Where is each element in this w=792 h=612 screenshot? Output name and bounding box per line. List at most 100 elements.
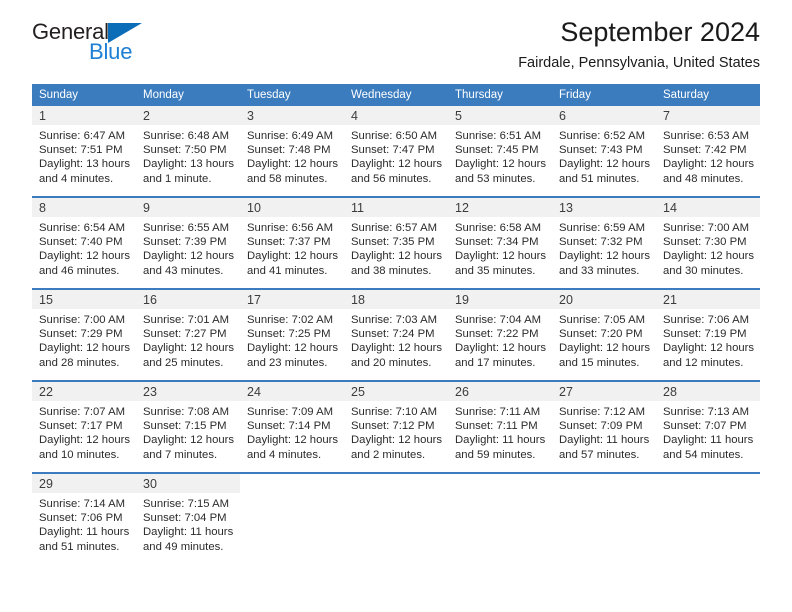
- day-number: 21: [663, 293, 677, 307]
- calendar-day-cell[interactable]: 17 Sunrise: 7:02 AM Sunset: 7:25 PM Dayligh…: [240, 288, 344, 381]
- day-details: Sunrise: 7:03 AM Sunset: 7:24 PM Daylight:…: [344, 309, 448, 370]
- sunrise-text: Sunrise: 7:14 AM: [39, 498, 126, 510]
- day-number: 7: [663, 109, 670, 123]
- sunrise-text: Sunrise: 6:55 AM: [143, 222, 230, 234]
- sunset-text: Sunset: 7:11 PM: [455, 420, 538, 433]
- calendar-day-cell[interactable]: 3 Sunrise: 6:49 AM Sunset: 7:48 PM Daylight…: [240, 106, 344, 197]
- sunset-text: Sunset: 7:32 PM: [559, 236, 643, 249]
- day-cell-content: 29 Sunrise: 7:14 AM Sunset: 7:06 PM Dayligh…: [32, 474, 136, 564]
- daylight-text-line1: Daylight: 11 hours: [143, 526, 234, 539]
- daylight-text-line1: Daylight: 12 hours: [663, 250, 755, 263]
- day-details: Sunrise: 6:52 AM Sunset: 7:43 PM Daylight:…: [552, 125, 656, 186]
- day-number-band: [240, 474, 344, 493]
- day-cell-content: 25 Sunrise: 7:10 AM Sunset: 7:12 PM Dayligh…: [344, 382, 448, 472]
- sunrise-text: Sunrise: 7:09 AM: [247, 406, 334, 418]
- daylight-text-line2: and 49 minutes.: [143, 540, 224, 553]
- sunrise-text: Sunrise: 6:57 AM: [351, 222, 438, 234]
- calendar-day-cell[interactable]: 26 Sunrise: 7:11 AM Sunset: 7:11 PM Dayligh…: [448, 380, 552, 473]
- day-number-band: 20: [552, 290, 656, 309]
- calendar-day-cell[interactable]: 23 Sunrise: 7:08 AM Sunset: 7:15 PM Dayligh…: [136, 380, 240, 473]
- daylight-text-line1: Daylight: 13 hours: [143, 158, 235, 171]
- day-details: Sunrise: 7:15 AM Sunset: 7:04 PM Daylight:…: [136, 493, 240, 554]
- day-number-band: 23: [136, 382, 240, 401]
- sunset-text: Sunset: 7:50 PM: [143, 144, 227, 157]
- day-details: Sunrise: 7:00 AM Sunset: 7:29 PM Daylight:…: [32, 309, 136, 370]
- day-details: Sunrise: 6:56 AM Sunset: 7:37 PM Daylight:…: [240, 217, 344, 278]
- day-number: 30: [143, 477, 157, 491]
- day-number-band: 15: [32, 290, 136, 309]
- sunrise-text: Sunrise: 7:03 AM: [351, 314, 438, 326]
- calendar-day-cell[interactable]: 12 Sunrise: 6:58 AM Sunset: 7:34 PM Dayligh…: [448, 196, 552, 289]
- calendar-day-cell[interactable]: 30 Sunrise: 7:15 AM Sunset: 7:04 PM Dayligh…: [136, 472, 240, 564]
- calendar-day-cell[interactable]: 21 Sunrise: 7:06 AM Sunset: 7:19 PM Dayligh…: [656, 288, 760, 381]
- calendar-week-row: 29 Sunrise: 7:14 AM Sunset: 7:06 PM Dayligh…: [32, 472, 760, 564]
- calendar-day-cell: [448, 472, 552, 564]
- daylight-text-line1: Daylight: 12 hours: [39, 250, 131, 263]
- day-details: Sunrise: 6:47 AM Sunset: 7:51 PM Daylight:…: [32, 125, 136, 186]
- calendar-day-cell[interactable]: 2 Sunrise: 6:48 AM Sunset: 7:50 PM Daylight…: [136, 106, 240, 197]
- day-details: Sunrise: 7:08 AM Sunset: 7:15 PM Daylight:…: [136, 401, 240, 462]
- title-block: September 2024 Fairdale, Pennsylvania, U…: [518, 0, 760, 73]
- sunrise-text: Sunrise: 6:49 AM: [247, 130, 334, 142]
- calendar-day-cell[interactable]: 10 Sunrise: 6:56 AM Sunset: 7:37 PM Dayligh…: [240, 196, 344, 289]
- sunrise-text: Sunrise: 7:04 AM: [455, 314, 542, 326]
- day-number-band: 13: [552, 198, 656, 217]
- calendar-day-cell[interactable]: 4 Sunrise: 6:50 AM Sunset: 7:47 PM Daylight…: [344, 106, 448, 197]
- calendar-day-cell[interactable]: 11 Sunrise: 6:57 AM Sunset: 7:35 PM Dayligh…: [344, 196, 448, 289]
- logo-text-blue: Blue: [89, 39, 133, 64]
- day-details: Sunrise: 7:14 AM Sunset: 7:06 PM Daylight:…: [32, 493, 136, 554]
- sunset-text: Sunset: 7:42 PM: [663, 144, 747, 157]
- calendar-day-cell[interactable]: 15 Sunrise: 7:00 AM Sunset: 7:29 PM Dayligh…: [32, 288, 136, 381]
- calendar-day-cell[interactable]: 18 Sunrise: 7:03 AM Sunset: 7:24 PM Dayligh…: [344, 288, 448, 381]
- day-number-band: 28: [656, 382, 760, 401]
- calendar-day-cell[interactable]: 22 Sunrise: 7:07 AM Sunset: 7:17 PM Dayligh…: [32, 380, 136, 473]
- sunrise-text: Sunrise: 7:01 AM: [143, 314, 230, 326]
- daylight-text-line1: Daylight: 12 hours: [247, 342, 339, 355]
- day-details: Sunrise: 6:50 AM Sunset: 7:47 PM Daylight:…: [344, 125, 448, 186]
- calendar-day-cell[interactable]: 19 Sunrise: 7:04 AM Sunset: 7:22 PM Dayligh…: [448, 288, 552, 381]
- calendar-day-cell[interactable]: 16 Sunrise: 7:01 AM Sunset: 7:27 PM Dayligh…: [136, 288, 240, 381]
- day-number-band: 14: [656, 198, 760, 217]
- calendar-day-cell[interactable]: 28 Sunrise: 7:13 AM Sunset: 7:07 PM Dayligh…: [656, 380, 760, 473]
- sunrise-text: Sunrise: 7:00 AM: [663, 222, 750, 234]
- day-cell-content: 13 Sunrise: 6:59 AM Sunset: 7:32 PM Dayligh…: [552, 198, 656, 288]
- day-cell-empty: [552, 474, 656, 564]
- calendar-day-cell[interactable]: 1 Sunrise: 6:47 AM Sunset: 7:51 PM Daylight…: [32, 106, 136, 197]
- daylight-text-line1: Daylight: 12 hours: [143, 342, 235, 355]
- calendar-day-cell[interactable]: 14 Sunrise: 7:00 AM Sunset: 7:30 PM Dayligh…: [656, 196, 760, 289]
- calendar-day-cell[interactable]: 8 Sunrise: 6:54 AM Sunset: 7:40 PM Daylight…: [32, 196, 136, 289]
- day-details: Sunrise: 6:49 AM Sunset: 7:48 PM Daylight:…: [240, 125, 344, 186]
- sunset-text: Sunset: 7:29 PM: [39, 328, 123, 341]
- day-cell-content: 1 Sunrise: 6:47 AM Sunset: 7:51 PM Daylight…: [32, 106, 136, 196]
- calendar-day-cell: [344, 472, 448, 564]
- day-number-band: 11: [344, 198, 448, 217]
- calendar-day-cell[interactable]: 13 Sunrise: 6:59 AM Sunset: 7:32 PM Dayligh…: [552, 196, 656, 289]
- daylight-text-line2: and 4 minutes.: [247, 448, 322, 461]
- day-cell-content: 7 Sunrise: 6:53 AM Sunset: 7:42 PM Daylight…: [656, 106, 760, 196]
- calendar-day-cell[interactable]: 29 Sunrise: 7:14 AM Sunset: 7:06 PM Dayligh…: [32, 472, 136, 564]
- day-number: 23: [143, 385, 157, 399]
- calendar-day-cell[interactable]: 27 Sunrise: 7:12 AM Sunset: 7:09 PM Dayligh…: [552, 380, 656, 473]
- calendar-day-cell[interactable]: 5 Sunrise: 6:51 AM Sunset: 7:45 PM Daylight…: [448, 106, 552, 197]
- calendar-day-cell[interactable]: 20 Sunrise: 7:05 AM Sunset: 7:20 PM Dayligh…: [552, 288, 656, 381]
- calendar-day-cell[interactable]: 9 Sunrise: 6:55 AM Sunset: 7:39 PM Daylight…: [136, 196, 240, 289]
- day-number: 17: [247, 293, 261, 307]
- day-cell-content: 21 Sunrise: 7:06 AM Sunset: 7:19 PM Dayligh…: [656, 290, 760, 380]
- calendar-week-row: 1 Sunrise: 6:47 AM Sunset: 7:51 PM Daylight…: [32, 106, 760, 197]
- day-number: 18: [351, 293, 365, 307]
- day-details: Sunrise: 7:06 AM Sunset: 7:19 PM Daylight:…: [656, 309, 760, 370]
- calendar-day-cell[interactable]: 7 Sunrise: 6:53 AM Sunset: 7:42 PM Daylight…: [656, 106, 760, 197]
- calendar-day-cell[interactable]: 24 Sunrise: 7:09 AM Sunset: 7:14 PM Dayligh…: [240, 380, 344, 473]
- sunrise-text: Sunrise: 6:59 AM: [559, 222, 646, 234]
- weekday-header-wednesday: Wednesday: [344, 84, 448, 106]
- daylight-text-line2: and 48 minutes.: [663, 172, 744, 185]
- calendar-week-row: 22 Sunrise: 7:07 AM Sunset: 7:17 PM Dayligh…: [32, 380, 760, 473]
- sunrise-text: Sunrise: 6:54 AM: [39, 222, 126, 234]
- sunset-text: Sunset: 7:27 PM: [143, 328, 227, 341]
- calendar-day-cell[interactable]: 25 Sunrise: 7:10 AM Sunset: 7:12 PM Dayligh…: [344, 380, 448, 473]
- calendar-day-cell[interactable]: 6 Sunrise: 6:52 AM Sunset: 7:43 PM Daylight…: [552, 106, 656, 197]
- day-number-band: 2: [136, 106, 240, 125]
- day-details: Sunrise: 6:58 AM Sunset: 7:34 PM Daylight:…: [448, 217, 552, 278]
- day-number-band: 7: [656, 106, 760, 125]
- daylight-text-line1: Daylight: 12 hours: [247, 158, 339, 171]
